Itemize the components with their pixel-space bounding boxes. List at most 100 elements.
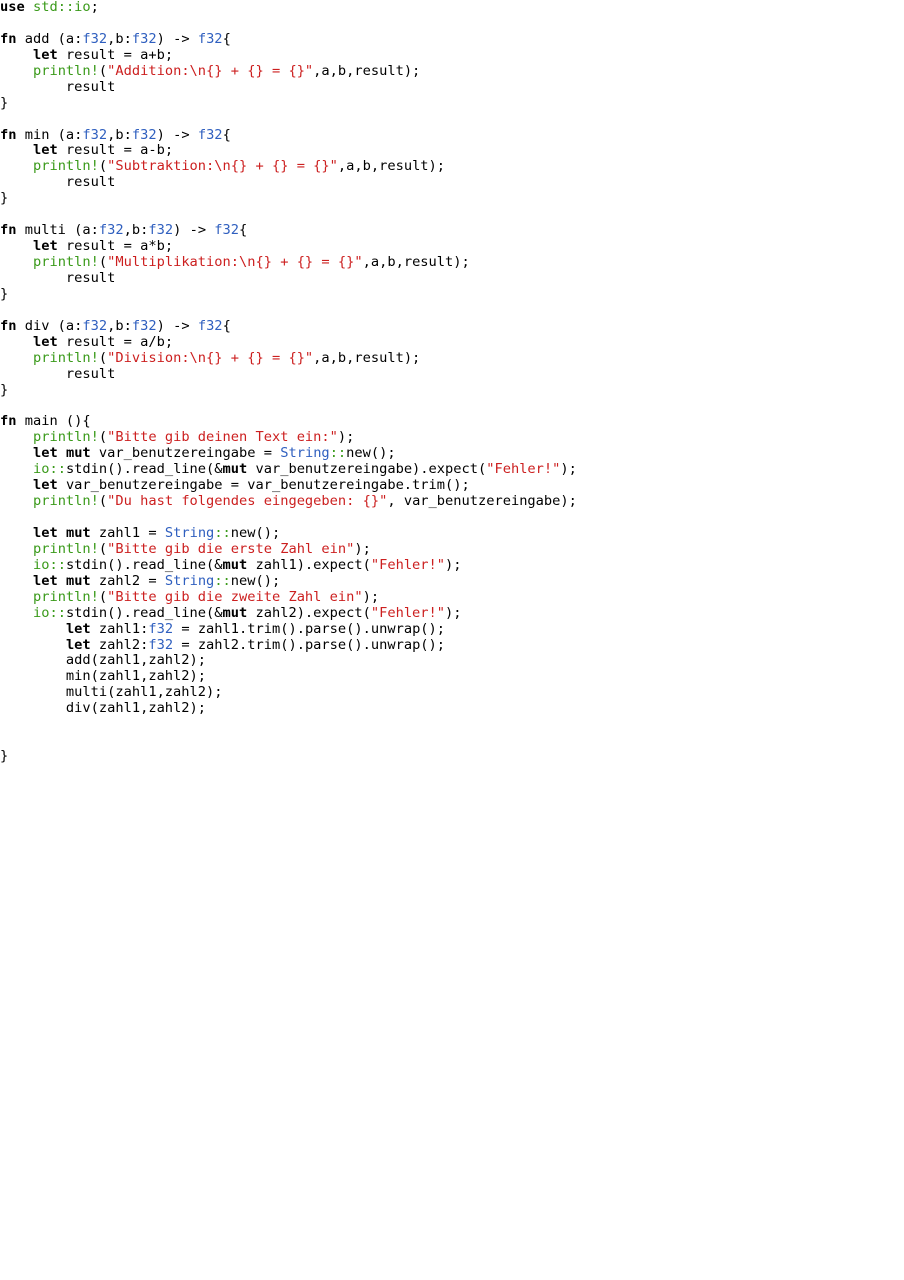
code-macro: println! <box>32 158 99 175</box>
code-text: result = a+b; <box>57 46 174 63</box>
code-line: let mut zahl1 = String::new(); <box>0 524 577 542</box>
code-type: f32 <box>148 222 174 239</box>
code-line: let result = a-b; <box>0 142 577 159</box>
code-text: ( <box>98 493 108 510</box>
code-line: println!("Addition:\n{} + {} = {}",a,b,r… <box>0 62 577 80</box>
code-line: println!("Du hast folgendes eingegeben: … <box>0 493 577 510</box>
code-line: } <box>0 190 577 207</box>
code-line: add(zahl1,zahl2); <box>0 652 577 669</box>
code-string: "Division:\n{} + {} = {}" <box>107 349 314 366</box>
code-text: ( <box>98 429 108 446</box>
code-text: new(); <box>230 572 281 589</box>
code-text: ( <box>98 158 108 175</box>
code-text: ( <box>98 254 108 270</box>
code-text: result = a-b; <box>57 142 174 159</box>
code-type: f32 <box>82 30 108 47</box>
code-line: use std::io; <box>0 0 577 16</box>
code-text: ,b: <box>107 30 132 47</box>
code-macro: println! <box>32 429 99 446</box>
code-type: f32 <box>82 317 108 334</box>
code-line: let mut var_benutzereingabe = String::ne… <box>0 445 577 462</box>
code-text: ( <box>98 540 108 557</box>
code-text: ); <box>362 588 380 605</box>
code-text: { <box>222 126 231 143</box>
code-line: let mut zahl2 = String::new(); <box>0 572 577 590</box>
code-line: println!("Division:\n{} + {} = {}",a,b,r… <box>0 349 577 367</box>
code-text: ( <box>98 349 108 366</box>
code-keyword: mut <box>222 461 248 478</box>
code-line: let result = a/b; <box>0 333 577 351</box>
code-text: new(); <box>230 524 281 541</box>
code-line: let zahl2:f32 = zahl2.trim().parse().unw… <box>0 636 577 654</box>
code-text: div (a: <box>16 317 83 334</box>
code-text: } <box>0 285 9 302</box>
code-line: fn div (a:f32,b:f32) -> f32{ <box>0 317 577 335</box>
code-text: var_benutzereingabe).expect( <box>247 461 487 478</box>
code-type: f32 <box>148 636 174 653</box>
code-line: io::stdin().read_line(&mut var_benutzere… <box>0 461 577 478</box>
code-string: "Du hast folgendes eingegeben: {}" <box>107 493 388 510</box>
code-line: let result = a+b; <box>0 46 577 64</box>
code-text: { <box>239 222 248 239</box>
code-text: ) -> <box>156 317 198 334</box>
code-line: fn main (){ <box>0 413 577 430</box>
code-type: String <box>164 524 215 541</box>
code-type: f32 <box>131 126 157 143</box>
code-macro: println! <box>32 254 99 270</box>
code-text: } <box>0 381 9 398</box>
code-text: ( <box>98 588 108 605</box>
code-text: ) -> <box>156 126 198 143</box>
code-text: ( <box>98 62 108 79</box>
code-type: f32 <box>98 222 124 239</box>
code-line: io::stdin().read_line(&mut zahl1).expect… <box>0 556 577 574</box>
code-text: } <box>0 190 9 207</box>
code-keyword: fn <box>0 413 17 430</box>
code-line: } <box>0 285 577 303</box>
code-line: } <box>0 748 577 765</box>
code-line: result <box>0 79 577 96</box>
code-macro: :: <box>329 445 347 462</box>
code-macro: println! <box>32 588 99 605</box>
code-line: fn add (a:f32,b:f32) -> f32{ <box>0 30 577 48</box>
code-keyword: let <box>32 445 58 462</box>
code-keyword: let <box>32 524 58 541</box>
code-text: ,a,b,result); <box>313 62 421 79</box>
code-macro: println! <box>32 62 99 79</box>
code-string: "Bitte gib deinen Text ein:" <box>107 429 338 446</box>
code-text: multi(zahl1,zahl2); <box>0 684 223 701</box>
code-text: ,a,b,result); <box>337 158 446 175</box>
code-text: result <box>0 269 116 286</box>
code-keyword: fn <box>0 30 17 47</box>
code-keyword: mut <box>222 604 248 621</box>
code-type: f32 <box>131 30 157 47</box>
code-text: var_benutzereingabe = var_benutzereingab… <box>57 477 470 494</box>
code-text: zahl1: <box>90 620 149 637</box>
code-string: "Fehler!" <box>370 604 446 621</box>
code-text: { <box>222 317 231 334</box>
code-type: f32 <box>197 317 223 334</box>
code-macro: io:: <box>32 461 66 478</box>
code-text: zahl2: <box>90 636 149 653</box>
code-text: result = a/b; <box>57 333 174 350</box>
code-keyword: mut <box>222 556 248 573</box>
code-keyword: fn <box>0 222 17 239</box>
code-text: stdin().read_line(& <box>65 604 223 621</box>
code-keyword: let <box>65 620 91 637</box>
